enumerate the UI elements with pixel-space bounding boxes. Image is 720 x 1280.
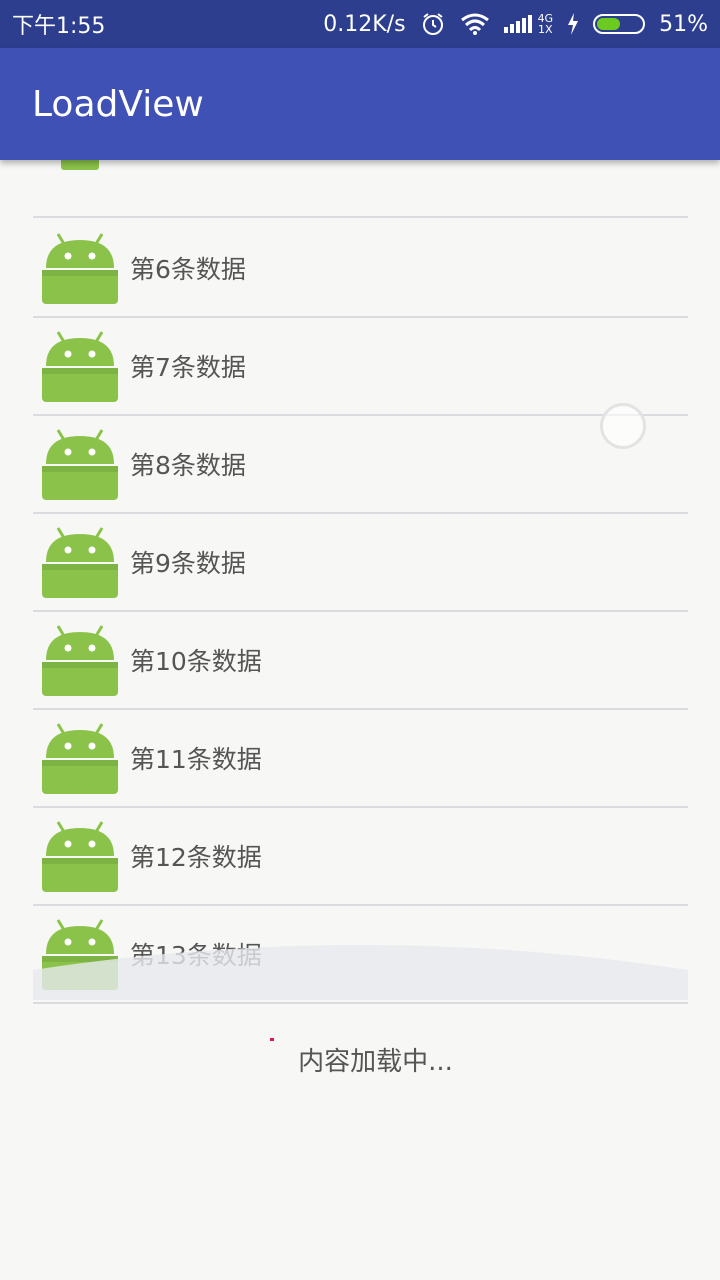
- android-icon: [42, 331, 118, 402]
- status-time: 下午1:55: [12, 14, 106, 39]
- app-bar: LoadView: [0, 48, 720, 160]
- android-icon: [42, 821, 118, 892]
- android-icon: [42, 723, 118, 794]
- wifi-icon: [460, 12, 490, 36]
- list-item-label: 第12条数据: [130, 843, 262, 872]
- signal-icon: 4G 1X: [503, 13, 554, 35]
- android-icon: [42, 625, 118, 696]
- list-item-label: 第8条数据: [130, 451, 246, 480]
- network-type: 4G 1X: [538, 13, 554, 35]
- battery-fill: [597, 18, 620, 30]
- loading-text: 内容加载中...: [298, 1046, 453, 1077]
- battery-percent: 51%: [659, 11, 708, 37]
- list-item[interactable]: 第10条数据: [33, 612, 688, 710]
- list-item[interactable]: 第7条数据: [33, 318, 688, 416]
- pull-wave: [33, 945, 688, 1000]
- android-icon: [42, 527, 118, 598]
- app-title: LoadView: [32, 83, 204, 125]
- network-bottom: 1X: [538, 23, 553, 36]
- list-item[interactable]: 第6条数据: [33, 220, 688, 318]
- list-item[interactable]: 第11条数据: [33, 710, 688, 808]
- list-item-label: 第11条数据: [130, 745, 262, 774]
- loading-indicator: [270, 1038, 274, 1041]
- refresh-spinner: [600, 403, 646, 449]
- data-list[interactable]: 第6条数据第7条数据第8条数据第9条数据第10条数据第11条数据第12条数据第1…: [33, 160, 688, 1280]
- battery-icon: [593, 14, 646, 34]
- list-item-label: 第10条数据: [130, 647, 262, 676]
- list-item[interactable]: 第9条数据: [33, 514, 688, 612]
- status-right: 0.12K/s 4G 1X 51%: [323, 11, 708, 37]
- list-item-label: 第7条数据: [130, 353, 246, 382]
- loading-footer: 内容加载中...: [33, 1004, 688, 1114]
- list-item[interactable]: 第12条数据: [33, 808, 688, 906]
- android-icon: [42, 429, 118, 500]
- android-icon: [42, 233, 118, 304]
- android-icon: [61, 160, 99, 170]
- alarm-icon: [420, 11, 446, 37]
- list-item-partial[interactable]: [33, 160, 688, 218]
- list-item-label: 第9条数据: [130, 549, 246, 578]
- charging-icon: [567, 13, 579, 35]
- status-bar: 下午1:55 0.12K/s 4G 1X 51%: [0, 0, 720, 48]
- list-item[interactable]: 第8条数据: [33, 416, 688, 514]
- list-item-label: 第6条数据: [130, 255, 246, 284]
- net-speed: 0.12K/s: [323, 11, 406, 37]
